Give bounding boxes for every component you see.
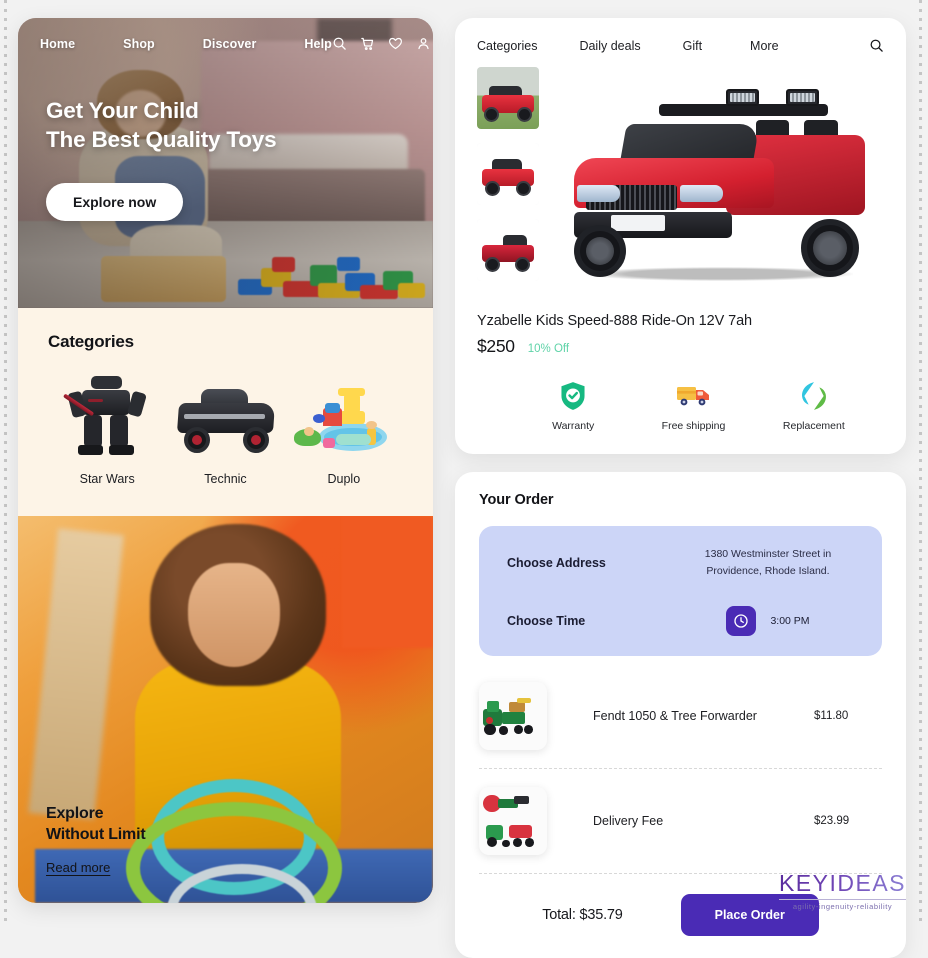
explore-now-button[interactable]: Explore now [46,182,184,221]
star-wars-mech-image [55,374,159,458]
categories-section: Categories Star Wars Technic Duplo [18,308,433,516]
order-item-row: Fendt 1050 & Tree Forwarder $11.80 [479,664,882,769]
selected-address-value: 1380 Westminster Street in Providence, R… [704,548,832,577]
promo-copy: Explore Without Limit Read more [46,803,146,878]
badge-warranty[interactable]: Warranty [513,381,633,432]
category-item-star-wars[interactable]: Star Wars [48,374,166,486]
replacement-arrows-icon [797,381,831,411]
badge-label: Warranty [552,420,595,432]
product-tabs: Categories Daily deals Gift More [477,38,884,53]
product-price: $250 [477,336,515,356]
hero-copy: Get Your Child The Best Quality Toys Exp… [18,51,433,221]
categories-grid: Star Wars Technic Duplo [48,374,403,486]
badge-label: Replacement [782,420,845,432]
search-icon[interactable] [869,38,884,53]
delivery-options-panel: Choose Address 1380 Westminster Street i… [479,526,882,656]
nav-item-shop[interactable]: Shop [123,37,155,51]
clock-icon[interactable] [726,605,757,636]
product-title: Yzabelle Kids Speed-888 Ride-On 12V 7ah [477,313,753,329]
badge-replacement[interactable]: Replacement [754,381,874,432]
choose-address-label: Choose Address [507,555,606,570]
promo-headline-line-1: Explore [46,804,104,822]
choose-address-row[interactable]: Choose Address 1380 Westminster Street i… [507,546,858,580]
cart-icon[interactable] [360,36,375,51]
badge-label: Free shipping [661,420,726,432]
order-title: Your Order [479,492,554,508]
order-item-name: Delivery Fee [593,813,664,828]
tab-categories[interactable]: Categories [477,39,537,53]
left-column: Home Shop Discover Help Get Your Child T… [18,18,433,903]
page-root: Home Shop Discover Help Get Your Child T… [0,0,928,958]
hero-banner: Home Shop Discover Help Get Your Child T… [18,18,433,308]
product-main-image[interactable] [555,67,884,295]
order-item-name: Fendt 1050 & Tree Forwarder [593,708,757,723]
category-label: Technic [204,472,247,486]
category-label: Star Wars [79,472,135,486]
product-thumbnail-2[interactable] [477,143,539,205]
search-icon[interactable] [332,36,347,51]
main-navigation: Home Shop Discover Help [18,18,433,51]
delivery-truck-icon [676,381,710,411]
promo-headline: Explore Without Limit [46,803,146,847]
nav-icon-group [332,36,431,51]
product-badges: Warranty Free shipping Replacement [477,381,884,432]
time-picker[interactable]: 3:00 PM [678,605,858,636]
order-item-price: $23.99 [814,814,850,827]
heart-icon[interactable] [388,36,403,51]
keyideas-logo: KEYIDEAS agility-ingenuity-reliability [778,870,906,911]
shield-check-icon [556,381,590,411]
duplo-playset-image [292,374,396,458]
storefront-card: Home Shop Discover Help Get Your Child T… [18,18,433,903]
tab-daily-deals[interactable]: Daily deals [579,39,640,53]
choose-time-label: Choose Time [507,613,586,628]
tab-gift[interactable]: Gift [683,39,702,53]
choose-time-row[interactable]: Choose Time 3:00 PM [507,605,858,636]
product-thumbnail-1[interactable] [477,67,539,129]
category-item-duplo[interactable]: Duplo [285,374,403,486]
nav-item-help[interactable]: Help [304,37,332,51]
order-item-row: Delivery Fee $23.99 [479,769,882,874]
nav-item-discover[interactable]: Discover [203,37,257,51]
logo-wordmark: KEYIDEAS [778,870,906,896]
promo-banner: Explore Without Limit Read more [18,516,433,903]
product-gallery [477,67,884,295]
hero-headline-line-1: Get Your Child [46,98,199,123]
product-thumbnail-3[interactable] [477,219,539,281]
selected-time-value: 3:00 PM [770,614,810,627]
nav-item-home[interactable]: Home [40,37,75,51]
category-item-technic[interactable]: Technic [166,374,284,486]
order-items-list: Fendt 1050 & Tree Forwarder $11.80 Deliv… [479,664,882,874]
account-icon[interactable] [416,36,431,51]
read-more-link[interactable]: Read more [46,860,110,875]
page-title: Get Your Child The Best Quality Toys [46,97,433,155]
hero-headline-line-2: The Best Quality Toys [46,126,277,152]
order-item-thumbnail[interactable] [479,786,547,855]
order-item-thumbnail[interactable] [479,681,547,750]
right-column: Categories Daily deals Gift More Yzabell… [455,18,906,958]
order-item-price: $11.80 [814,709,849,722]
categories-title: Categories [48,332,134,351]
order-total: Total: $35.79 [542,906,623,923]
badge-free-shipping[interactable]: Free shipping [633,381,753,432]
category-label: Duplo [327,472,361,486]
technic-car-image [173,374,277,458]
product-price-row: $250 10% Off [477,336,884,357]
product-card: Categories Daily deals Gift More Yzabell… [455,18,906,454]
product-thumbnail-strip [477,67,539,295]
logo-tagline: agility-ingenuity-reliability [792,902,893,911]
promo-headline-line-2: Without Limit [46,826,146,844]
product-discount-badge: 10% Off [527,343,570,355]
logo-divider [778,899,906,900]
tab-more[interactable]: More [750,39,778,53]
